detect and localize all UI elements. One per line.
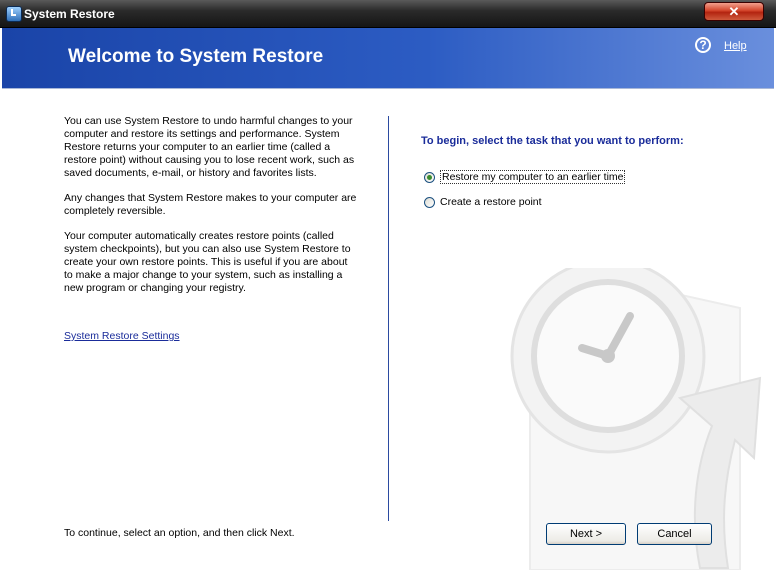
help-link[interactable]: Help (724, 40, 747, 52)
intro-paragraph: You can use System Restore to undo harmf… (64, 115, 355, 179)
restore-option-label: Restore my computer to an earlier time (440, 170, 626, 184)
window-title: System Restore (24, 7, 115, 21)
close-button[interactable]: ✕ (704, 2, 764, 21)
clock-restore-watermark (510, 268, 762, 570)
system-restore-window: System Restore ✕ Welcome to System Resto… (0, 0, 776, 570)
cancel-button[interactable]: Cancel (637, 523, 712, 545)
header-divider (2, 88, 774, 89)
vertical-divider (388, 116, 389, 521)
system-restore-settings-link[interactable]: System Restore Settings (64, 330, 180, 342)
task-heading: To begin, select the task that you want … (421, 135, 684, 147)
create-restore-point-radio[interactable] (424, 196, 435, 208)
close-icon: ✕ (728, 4, 740, 19)
help-icon[interactable]: ? (695, 37, 711, 53)
restore-radio[interactable] (424, 171, 435, 183)
intro-paragraph: Your computer automatically creates rest… (64, 230, 351, 294)
next-button[interactable]: Next > (546, 523, 626, 545)
continue-instruction: To continue, select an option, and then … (64, 527, 295, 539)
create-restore-point-option[interactable]: Create a restore point (424, 196, 542, 208)
restore-option[interactable]: Restore my computer to an earlier time (424, 170, 626, 184)
header-banner: Welcome to System Restore ? Help (2, 28, 774, 88)
system-restore-icon (6, 6, 22, 22)
create-restore-point-label: Create a restore point (440, 196, 542, 208)
page-title: Welcome to System Restore (68, 46, 324, 67)
intro-text: You can use System Restore to undo harmf… (64, 115, 359, 307)
title-bar[interactable]: System Restore ✕ (0, 0, 776, 28)
intro-paragraph: Any changes that System Restore makes to… (64, 192, 357, 217)
